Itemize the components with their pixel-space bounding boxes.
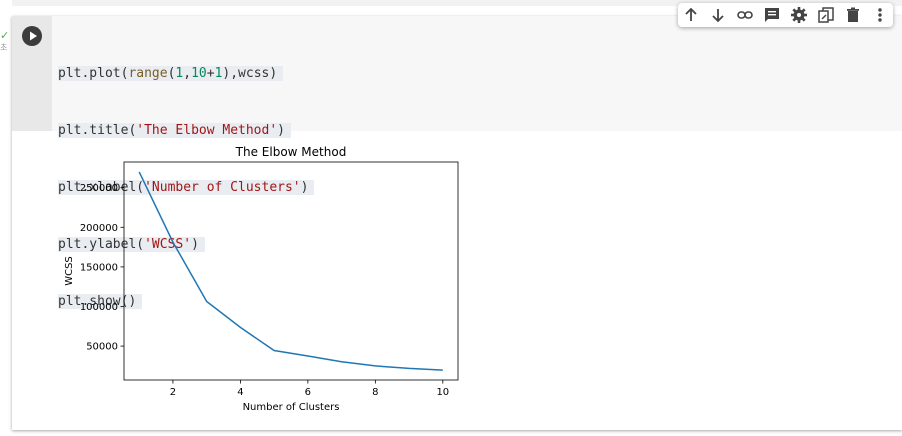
x-tick-label: 10 bbox=[436, 387, 449, 398]
y-tick-label: 50000 bbox=[86, 342, 118, 353]
x-tick-label: 2 bbox=[170, 387, 176, 398]
cell-toolbar bbox=[678, 3, 893, 27]
add-comment-button[interactable] bbox=[762, 5, 782, 25]
code-line: plt.plot(range(1,10+1),wcss) bbox=[58, 64, 314, 83]
mirror-cell-button[interactable] bbox=[816, 5, 836, 25]
move-down-button[interactable] bbox=[708, 5, 728, 25]
check-icon: ✓ bbox=[0, 29, 10, 42]
cell-output: The Elbow Method Number of Clusters WCSS… bbox=[52, 136, 902, 426]
y-tick-label: 200000 bbox=[80, 223, 118, 234]
mirror-cell-icon bbox=[818, 7, 834, 23]
settings-button[interactable] bbox=[789, 5, 809, 25]
execution-status: ✓ 초 bbox=[0, 30, 12, 60]
more-vert-icon bbox=[878, 8, 882, 22]
arrow-up-icon bbox=[685, 7, 697, 21]
x-axis-label: Number of Clusters bbox=[243, 402, 340, 413]
play-icon bbox=[30, 31, 37, 41]
code-editor[interactable]: plt.plot(range(1,10+1),wcss) plt.title('… bbox=[52, 16, 902, 309]
run-cell-button[interactable] bbox=[22, 26, 42, 46]
x-tick-label: 4 bbox=[237, 387, 243, 398]
y-tick-label: 150000 bbox=[80, 262, 118, 273]
plot-area bbox=[123, 161, 459, 381]
x-tick-label: 8 bbox=[372, 387, 378, 398]
y-tick-label: 100000 bbox=[80, 302, 118, 313]
trash-icon bbox=[847, 7, 859, 22]
more-actions-button[interactable] bbox=[870, 5, 890, 25]
y-axis-label: WCSS bbox=[64, 256, 75, 286]
copy-link-button[interactable] bbox=[735, 5, 755, 25]
y-tick-label: 250000 bbox=[80, 183, 118, 194]
x-tick-label: 6 bbox=[305, 387, 311, 398]
execution-time-label: 초 bbox=[0, 43, 8, 52]
chart-title: The Elbow Method bbox=[235, 145, 347, 159]
cell-gutter bbox=[12, 16, 52, 131]
move-up-button[interactable] bbox=[681, 5, 701, 25]
link-icon bbox=[737, 11, 753, 19]
elbow-chart: The Elbow Method Number of Clusters WCSS… bbox=[64, 145, 459, 413]
comment-icon bbox=[765, 8, 779, 22]
delete-cell-button[interactable] bbox=[843, 5, 863, 25]
code-cell[interactable]: plt.plot(range(1,10+1),wcss) plt.title('… bbox=[12, 16, 902, 430]
wcss-series-line bbox=[138, 171, 443, 371]
gear-icon bbox=[791, 7, 807, 23]
arrow-down-icon bbox=[712, 9, 724, 23]
